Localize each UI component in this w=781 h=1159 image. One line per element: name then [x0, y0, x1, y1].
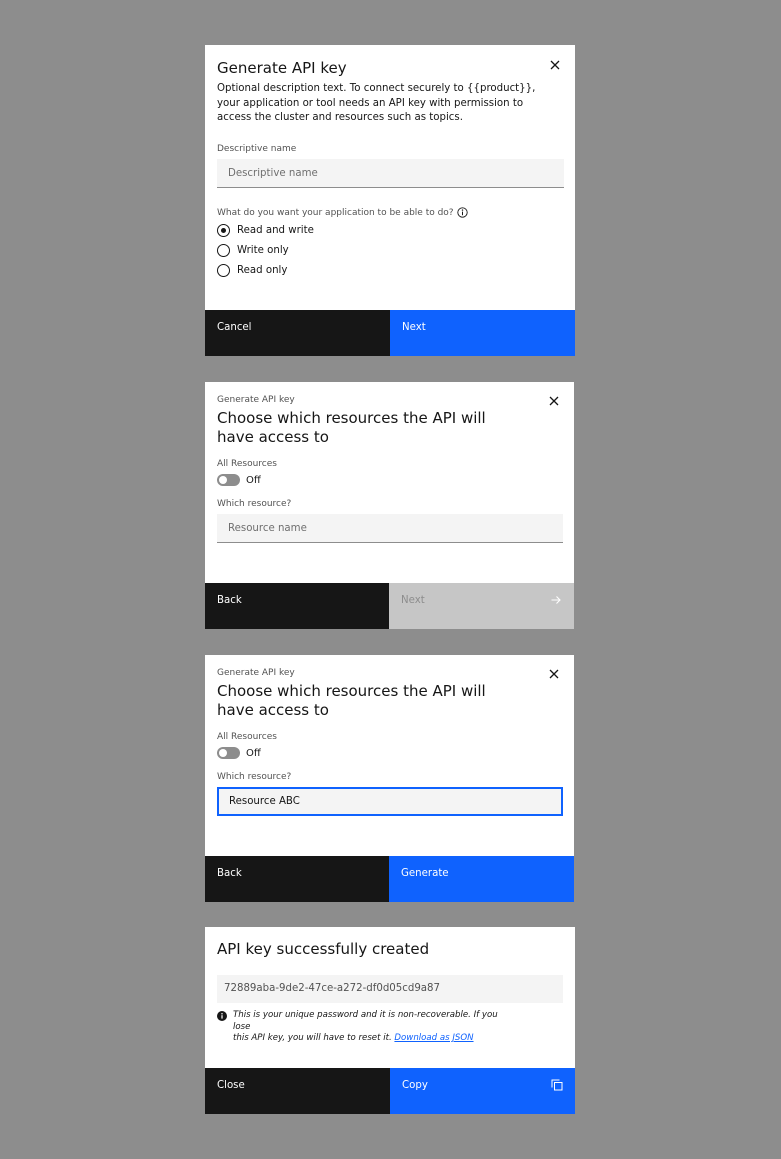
modal-footer: Back Generate	[205, 856, 574, 902]
which-resource-label: Which resource?	[217, 499, 292, 509]
generate-api-key-modal-step3: Generate API key Choose which resources …	[205, 655, 574, 902]
copy-button[interactable]: Copy	[390, 1068, 575, 1114]
copy-button-label: Copy	[402, 1080, 428, 1091]
modal-description: Optional description text. To connect se…	[217, 83, 536, 123]
generate-api-key-modal-step1: Generate API key Optional description te…	[205, 45, 575, 356]
radio-button[interactable]	[217, 264, 230, 277]
which-resource-label: Which resource?	[217, 772, 292, 782]
radio-write-only[interactable]: Write only	[217, 244, 289, 257]
modal-title: API key successfully created	[217, 940, 430, 958]
arrow-right-icon	[550, 594, 562, 606]
all-resources-toggle-row: Off	[217, 474, 261, 486]
modal-title-line2: have access to	[217, 701, 329, 719]
cancel-button[interactable]: Cancel	[205, 310, 390, 356]
all-resources-toggle-row: Off	[217, 747, 261, 759]
download-json-link[interactable]: Download as JSON	[394, 1033, 473, 1043]
all-resources-toggle[interactable]	[217, 474, 240, 486]
close-button[interactable]: Close	[205, 1068, 390, 1114]
next-button-label: Next	[401, 595, 425, 606]
modal-title-line2: have access to	[217, 428, 329, 446]
generate-button[interactable]: Generate	[389, 856, 574, 902]
close-icon[interactable]	[547, 667, 561, 681]
copy-icon	[551, 1079, 563, 1091]
radio-label: Read only	[237, 265, 288, 276]
info-text-line2-text: this API key, you will have to reset it.	[233, 1033, 392, 1043]
radio-label: Write only	[237, 245, 289, 256]
api-key-created-modal: API key successfully created 72889aba-9d…	[205, 927, 575, 1114]
permission-question: What do you want your application to be …	[217, 207, 468, 218]
modal-eyebrow: Generate API key	[217, 668, 295, 678]
radio-label: Read and write	[237, 225, 314, 236]
radio-read-only[interactable]: Read only	[217, 264, 287, 277]
radio-button-checked[interactable]	[217, 224, 230, 237]
info-filled-icon	[217, 1011, 227, 1021]
back-button[interactable]: Back	[205, 856, 389, 902]
close-icon[interactable]	[548, 58, 562, 72]
info-icon[interactable]	[456, 207, 468, 218]
all-resources-toggle[interactable]	[217, 747, 240, 759]
api-key-field[interactable]: 72889aba-9de2-47ce-a272-df0d05cd9a87	[217, 975, 563, 1003]
back-button[interactable]: Back	[205, 583, 389, 629]
descriptive-name-label: Descriptive name	[217, 144, 297, 154]
modal-title: Generate API key	[217, 59, 347, 77]
modal-title-line1: Choose which resources the API will	[217, 682, 486, 700]
info-text-line2: this API key, you will have to reset it.…	[233, 1033, 517, 1045]
modal-footer: Close Copy	[205, 1068, 575, 1114]
info-text-line1: This is your unique password and it is n…	[233, 1010, 498, 1032]
info-text: This is your unique password and it is n…	[233, 1010, 517, 1045]
next-button-disabled: Next	[389, 583, 574, 629]
all-resources-label: All Resources	[217, 459, 277, 469]
modal-footer: Cancel Next	[205, 310, 575, 356]
modal-footer: Back Next	[205, 583, 574, 629]
next-button[interactable]: Next	[390, 310, 575, 356]
modal-eyebrow: Generate API key	[217, 395, 295, 405]
all-resources-label: All Resources	[217, 732, 277, 742]
radio-read-and-write[interactable]: Read and write	[217, 224, 314, 237]
descriptive-name-input[interactable]	[217, 159, 564, 188]
resource-name-input[interactable]	[217, 514, 563, 543]
generate-api-key-modal-step2: Generate API key Choose which resources …	[205, 382, 574, 629]
toggle-state-text: Off	[246, 474, 261, 486]
toggle-state-text: Off	[246, 747, 261, 759]
resource-name-input-focused[interactable]	[217, 787, 563, 816]
close-icon[interactable]	[547, 394, 561, 408]
permission-question-text: What do you want your application to be …	[217, 207, 454, 218]
modal-title-line1: Choose which resources the API will	[217, 409, 486, 427]
radio-button[interactable]	[217, 244, 230, 257]
api-key-info: This is your unique password and it is n…	[217, 1010, 517, 1045]
